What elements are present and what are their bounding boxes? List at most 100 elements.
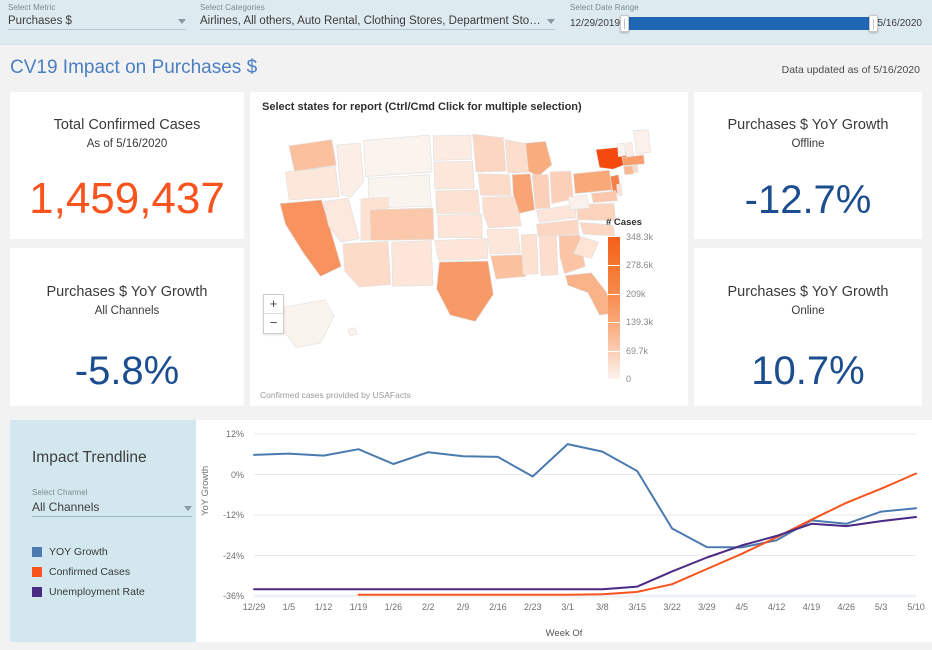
chart-x-tick-label: 5/10	[907, 602, 925, 612]
map-state-me[interactable]	[633, 129, 652, 155]
map-zoom-out-button[interactable]: −	[264, 314, 283, 333]
map-state-in[interactable]	[531, 174, 551, 210]
select-metric-control[interactable]: Select Metric Purchases $	[8, 3, 186, 30]
select-date-range-control[interactable]: Select Date Range 12/29/2019 5/16/2020	[570, 3, 923, 32]
chart-legend: YOY Growth Confirmed Cases Unemployment Ra…	[32, 546, 145, 606]
kpi-subtitle: All Channels	[94, 305, 160, 317]
map-state-ct[interactable]	[623, 165, 635, 176]
kpi-subtitle: As of 5/16/2020	[86, 138, 168, 150]
chart-x-tick-label: 5/3	[874, 602, 888, 612]
chart-legend-item[interactable]: Confirmed Cases	[32, 566, 145, 578]
select-categories-dropdown[interactable]: Airlines, All others, Auto Rental, Cloth…	[200, 15, 555, 30]
map-state-hi[interactable]	[347, 327, 358, 337]
chart-x-tick-label: 4/19	[802, 602, 821, 612]
map-state-sd[interactable]	[433, 160, 475, 190]
map-state-la[interactable]	[490, 254, 527, 280]
chart-x-tick-label: 3/8	[596, 602, 609, 612]
kpi-subtitle: Online	[791, 305, 825, 317]
chart-legend-label: Confirmed Cases	[49, 566, 131, 578]
map-state-wa[interactable]	[288, 139, 337, 172]
map-legend-tick-labels: 348.3k 278.6k 209k 139.3k 69.7k 0	[626, 231, 684, 384]
map-state-ri[interactable]	[633, 164, 639, 174]
kpi-card-yoy-all-channels: Purchases $ YoY Growth All Channels -5.8…	[10, 248, 244, 406]
chart-legend-item[interactable]: YOY Growth	[32, 546, 145, 558]
map-state-md[interactable]	[591, 190, 618, 203]
map-state-id[interactable]	[336, 142, 365, 198]
select-date-range-label: Select Date Range	[570, 3, 639, 12]
map-state-nm[interactable]	[391, 240, 434, 287]
chart-x-tick-label: 3/29	[698, 602, 716, 612]
kpi-title: Purchases $ YoY Growth	[46, 284, 208, 300]
kpi-value: 1,459,437	[29, 174, 225, 223]
date-range-slider-row: 12/29/2019 5/16/2020	[570, 15, 923, 32]
map-zoom-controls[interactable]: + −	[263, 294, 284, 334]
map-state-ms[interactable]	[520, 233, 539, 275]
map-card: Select states for report (Ctrl/Cmd Click…	[250, 92, 688, 406]
map-state-nh[interactable]	[625, 141, 635, 158]
date-range-handle-left[interactable]	[620, 15, 630, 32]
legend-swatch-icon	[32, 567, 42, 577]
map-state-vt[interactable]	[617, 142, 626, 158]
select-metric-value: Purchases $	[8, 15, 72, 27]
map-state-ks[interactable]	[437, 213, 483, 239]
map-state-az[interactable]	[342, 240, 392, 288]
impact-trendline-panel: Impact Trendline Select Channel All Chan…	[10, 420, 932, 642]
map-legend-tick: 69.7k	[626, 345, 649, 356]
map-instruction-label: Select states for report (Ctrl/Cmd Click…	[262, 101, 582, 113]
kpi-card-yoy-online: Purchases $ YoY Growth Online 10.7%	[694, 248, 922, 406]
date-range-start: 12/29/2019	[570, 18, 621, 29]
map-state-mi[interactable]	[525, 141, 553, 177]
chart-x-tick-label: 3/22	[663, 602, 681, 612]
map-state-pa[interactable]	[573, 169, 613, 194]
select-categories-value: Airlines, All others, Auto Rental, Cloth…	[200, 15, 541, 27]
map-zoom-in-button[interactable]: +	[264, 295, 283, 314]
chart-x-tick-label: 2/9	[456, 602, 470, 612]
chart-x-tick-label: 2/16	[489, 602, 507, 612]
select-channel-control[interactable]: Select Channel All Channels	[32, 488, 192, 517]
map-state-wv[interactable]	[567, 194, 591, 211]
chart-x-tick-label: 3/15	[628, 602, 647, 612]
top-control-bar: Select Metric Purchases $ Select Categor…	[0, 0, 932, 45]
chart-x-axis-label: Week Of	[545, 628, 583, 639]
chart-legend-label: Unemployment Rate	[49, 586, 145, 598]
chart-x-tick-label: 4/26	[837, 602, 856, 612]
chart-x-tick-label: 4/12	[767, 602, 786, 612]
chart-legend-label: YOY Growth	[49, 546, 108, 558]
chart-x-tick-label: 1/19	[349, 602, 368, 612]
map-state-mn[interactable]	[472, 133, 507, 173]
map-state-ne[interactable]	[435, 189, 481, 214]
map-state-ak[interactable]	[282, 299, 335, 348]
select-channel-dropdown[interactable]: All Channels	[32, 500, 192, 517]
trendline-heading: Impact Trendline	[32, 449, 147, 466]
map-state-co[interactable]	[369, 207, 435, 241]
map-state-tx[interactable]	[436, 260, 494, 322]
chart-x-tick-label: 2/2	[421, 602, 435, 612]
date-range-end: 5/16/2020	[877, 18, 923, 29]
map-state-ok[interactable]	[434, 238, 489, 261]
select-categories-control[interactable]: Select Categories Airlines, All others, …	[200, 3, 555, 30]
date-range-handle-right[interactable]	[868, 15, 878, 32]
map-state-al[interactable]	[538, 234, 559, 276]
map-state-mt[interactable]	[363, 134, 433, 177]
chart-x-tick-label: 4/5	[735, 602, 749, 612]
date-range-slider[interactable]	[620, 15, 878, 32]
select-metric-dropdown[interactable]: Purchases $	[8, 15, 186, 30]
map-legend-tick: 348.3k	[626, 232, 654, 242]
chart-x-tick-label: 1/26	[384, 602, 403, 612]
map-state-ia[interactable]	[477, 173, 512, 196]
chevron-down-icon	[184, 506, 192, 511]
map-legend-gradient-bar	[608, 237, 620, 380]
map-state-nd[interactable]	[432, 134, 473, 161]
kpi-title: Purchases $ YoY Growth	[727, 117, 889, 133]
map-state-ar[interactable]	[486, 228, 521, 255]
dashboard-header: CV19 Impact on Purchases $ Data updated …	[0, 45, 932, 92]
map-legend-tick: 139.3k	[626, 317, 654, 328]
chevron-down-icon	[547, 19, 555, 24]
kpi-card-yoy-offline: Purchases $ YoY Growth Offline -12.7%	[694, 92, 922, 239]
kpi-title: Total Confirmed Cases	[53, 117, 201, 133]
map-state-de[interactable]	[616, 183, 623, 196]
data-updated-label: Data updated as of 5/16/2020	[781, 64, 920, 76]
map-state-or[interactable]	[285, 166, 340, 201]
select-metric-label: Select Metric	[8, 3, 56, 12]
chart-legend-item[interactable]: Unemployment Rate	[32, 586, 145, 598]
